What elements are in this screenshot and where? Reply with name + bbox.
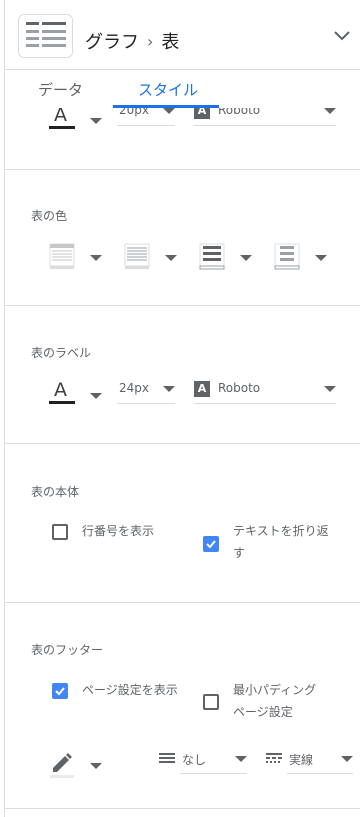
wrap-text-checkbox[interactable] xyxy=(203,536,219,552)
border-style-select[interactable]: 実線 xyxy=(287,748,353,774)
pencil-icon[interactable] xyxy=(49,748,75,778)
show-row-numbers-checkbox[interactable] xyxy=(52,524,68,540)
section-divider xyxy=(5,808,360,809)
label-font-size-value: 24px xyxy=(119,381,149,395)
breadcrumb-current: 表 xyxy=(161,32,180,53)
label-font-size-select[interactable]: 24px xyxy=(117,378,175,404)
text-color-icon[interactable]: A xyxy=(49,108,75,132)
font-family-icon: A xyxy=(194,381,210,397)
font-family-value: Roboto xyxy=(218,108,261,117)
chevron-down-icon[interactable] xyxy=(332,26,352,46)
wrap-text-label: テキストを折り返す xyxy=(233,524,329,560)
style-scroll-area[interactable]: A 20px A Roboto 表の色 表のラベル A 24px A Robot… xyxy=(5,108,360,817)
odd-row-color-caret[interactable] xyxy=(240,255,252,261)
pencil-caret[interactable] xyxy=(90,763,102,769)
font-family-icon: A xyxy=(194,108,210,119)
breadcrumb-separator: › xyxy=(147,31,154,51)
properties-panel: グラフ › 表 データ スタイル A 20px A Roboto 表の色 表のラ… xyxy=(4,0,360,817)
min-padding-checkbox[interactable] xyxy=(203,694,219,710)
label-color-caret[interactable] xyxy=(90,393,102,399)
breadcrumb-parent[interactable]: グラフ xyxy=(85,28,139,54)
section-divider xyxy=(5,305,360,306)
text-color-icon[interactable]: A xyxy=(49,379,75,407)
show-row-numbers-label: 行番号を表示 xyxy=(82,524,155,538)
table-labels-title: 表のラベル xyxy=(31,346,92,360)
check-icon xyxy=(206,540,216,549)
table-chart-icon[interactable] xyxy=(18,14,73,58)
font-size-select[interactable]: 20px xyxy=(117,108,175,126)
show-pagination-label: ページ設定を表示 xyxy=(82,683,178,697)
label-font-family-value: Roboto xyxy=(218,381,261,395)
header-color-icon[interactable] xyxy=(48,242,78,270)
show-pagination-checkbox[interactable] xyxy=(52,683,68,699)
line-style-icon xyxy=(266,753,282,763)
breadcrumb: グラフ › 表 xyxy=(85,28,179,54)
header-color-caret[interactable] xyxy=(90,255,102,261)
check-icon xyxy=(55,687,65,696)
font-size-value: 20px xyxy=(119,108,149,117)
border-style-value: 実線 xyxy=(289,753,314,767)
row-color-icon[interactable] xyxy=(123,242,153,270)
tab-bar: データ スタイル xyxy=(5,70,360,108)
table-colors-title: 表の色 xyxy=(31,209,68,223)
line-weight-icon xyxy=(159,753,175,763)
table-body-title: 表の本体 xyxy=(31,485,80,499)
panel-header: グラフ › 表 xyxy=(5,0,360,70)
row-color-caret[interactable] xyxy=(165,255,177,261)
table-footer-title: 表のフッター xyxy=(31,643,104,657)
section-divider xyxy=(5,169,360,170)
label-font-family-select[interactable]: A Roboto xyxy=(194,378,336,404)
text-color-dropdown-caret[interactable] xyxy=(90,118,102,124)
font-family-select[interactable]: A Roboto xyxy=(194,108,336,126)
tab-data[interactable]: データ xyxy=(38,79,83,100)
section-divider xyxy=(5,443,360,444)
odd-row-color-icon[interactable] xyxy=(198,242,228,270)
border-weight-select[interactable]: なし xyxy=(180,748,247,774)
border-color-icon[interactable] xyxy=(273,242,303,270)
border-weight-value: なし xyxy=(182,753,207,767)
section-divider xyxy=(5,602,360,603)
tab-style[interactable]: スタイル xyxy=(138,79,198,100)
border-color-caret[interactable] xyxy=(315,255,327,261)
min-padding-label: 最小パディング ページ設定 xyxy=(233,683,317,719)
